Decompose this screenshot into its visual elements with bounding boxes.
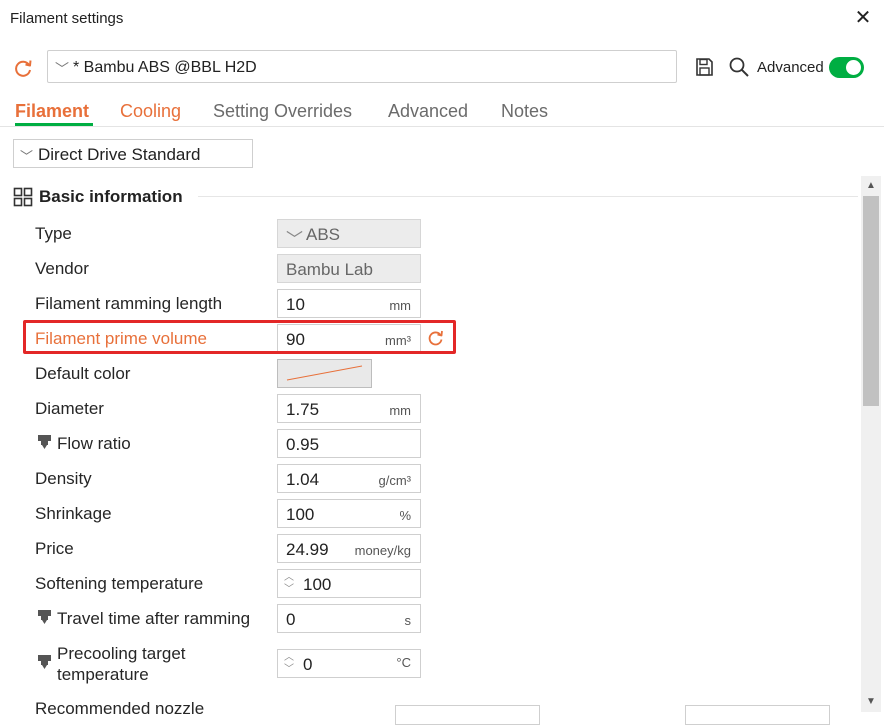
flow-ratio-input[interactable]: 0.95 [277,429,421,458]
ramming-length-label: Filament ramming length [35,294,223,313]
diameter-unit: mm [389,403,411,418]
travel-time-unit: s [404,613,412,628]
recommended-nozzle-label: Recommended nozzle [35,699,205,718]
scrollbar-thumb[interactable] [863,196,879,406]
vendor-label: Vendor [35,259,89,278]
reset-arrow-icon[interactable] [12,57,34,79]
diameter-input[interactable]: 1.75 mm [277,394,421,423]
extruder-select[interactable]: ﹀ Direct Drive Standard [13,139,253,168]
advanced-toggle[interactable] [829,57,864,78]
diameter-label: Diameter [35,399,104,418]
recommended-nozzle-min-input[interactable] [395,705,540,725]
price-label: Price [35,539,74,558]
diameter-value: 1.75 [286,400,320,419]
default-color-label: Default color [35,364,131,383]
spin-up-icon[interactable]: ︿ [282,652,296,663]
spin-buttons: ︿ ﹀ [282,652,296,676]
softening-temp-spin[interactable]: ︿ ﹀ 100 [277,569,421,598]
search-icon[interactable] [728,56,750,78]
price-unit: money/kg [354,543,411,558]
scroll-down-icon[interactable]: ▼ [861,692,881,712]
section-title: Basic information [39,187,183,206]
travel-time-label: Travel time after ramming [57,609,251,628]
type-value: ABS [306,225,341,244]
recommended-nozzle-max-input[interactable] [685,705,830,725]
tab-cooling[interactable]: Cooling [120,101,181,122]
price-input[interactable]: 24.99 money/kg [277,534,421,563]
extruder-label: Direct Drive Standard [38,145,201,164]
toggle-knob [846,60,861,75]
density-input[interactable]: 1.04 g/cm³ [277,464,421,493]
tab-advanced[interactable]: Advanced [388,101,468,122]
shrinkage-unit: % [399,508,411,523]
type-select: ﹀ ABS [277,219,421,249]
softening-temp-value: 100 [303,575,332,594]
flow-ratio-label: Flow ratio [57,434,131,453]
vendor-value: Bambu Lab [286,260,373,279]
precooling-unit: °C [396,655,411,670]
shrinkage-value: 100 [286,505,315,524]
section-divider [198,196,858,197]
nozzle-icon [38,435,51,449]
grid-icon [13,187,33,207]
ramming-length-unit: mm [389,298,411,313]
vendor-field: Bambu Lab [277,254,421,283]
advanced-label: Advanced [757,59,824,76]
ramming-length-value: 10 [286,295,305,314]
title-bar [0,0,884,38]
highlight-box [23,320,456,354]
tab-divider [0,126,884,127]
tab-setting-overrides[interactable]: Setting Overrides [213,101,352,122]
nozzle-icon [38,655,51,669]
precooling-label-line2: temperature [57,665,149,684]
chevron-down-icon: ﹀ [20,149,34,164]
spin-buttons: ︿ ﹀ [282,572,296,596]
tab-notes[interactable]: Notes [501,101,548,122]
no-color-slash-icon [286,365,363,381]
flow-ratio-value: 0.95 [286,435,320,454]
spin-down-icon[interactable]: ﹀ [282,584,296,595]
window-title: Filament settings [10,10,124,27]
save-disk-icon[interactable] [693,56,715,78]
spin-up-icon[interactable]: ︿ [282,572,296,583]
close-icon[interactable]: ✕ [852,6,874,30]
type-label: Type [35,224,72,243]
precooling-label-line1: Precooling target [57,644,186,663]
chevron-down-icon: ﹀ [55,61,69,77]
nozzle-icon [38,610,51,624]
shrinkage-input[interactable]: 100 % [277,499,421,528]
density-label: Density [35,469,92,488]
color-swatch[interactable] [277,359,372,388]
chevron-down-icon: ﹀ [286,230,303,249]
preset-name: * Bambu ABS @BBL H2D [73,59,257,76]
scroll-up-icon[interactable]: ▲ [861,176,881,196]
density-unit: g/cm³ [378,473,412,488]
ramming-length-input[interactable]: 10 mm [277,289,421,318]
preset-select[interactable]: ﹀ * Bambu ABS @BBL H2D [47,50,677,83]
shrinkage-label: Shrinkage [35,504,112,523]
travel-time-value: 0 [286,610,296,629]
precooling-spin[interactable]: ︿ ﹀ 0 °C [277,649,421,678]
softening-temp-label: Softening temperature [35,574,204,593]
density-value: 1.04 [286,470,320,489]
travel-time-input[interactable]: 0 s [277,604,421,633]
tab-filament[interactable]: Filament [15,101,89,122]
spin-down-icon[interactable]: ﹀ [282,664,296,675]
precooling-value: 0 [303,655,313,674]
price-value: 24.99 [286,540,329,559]
